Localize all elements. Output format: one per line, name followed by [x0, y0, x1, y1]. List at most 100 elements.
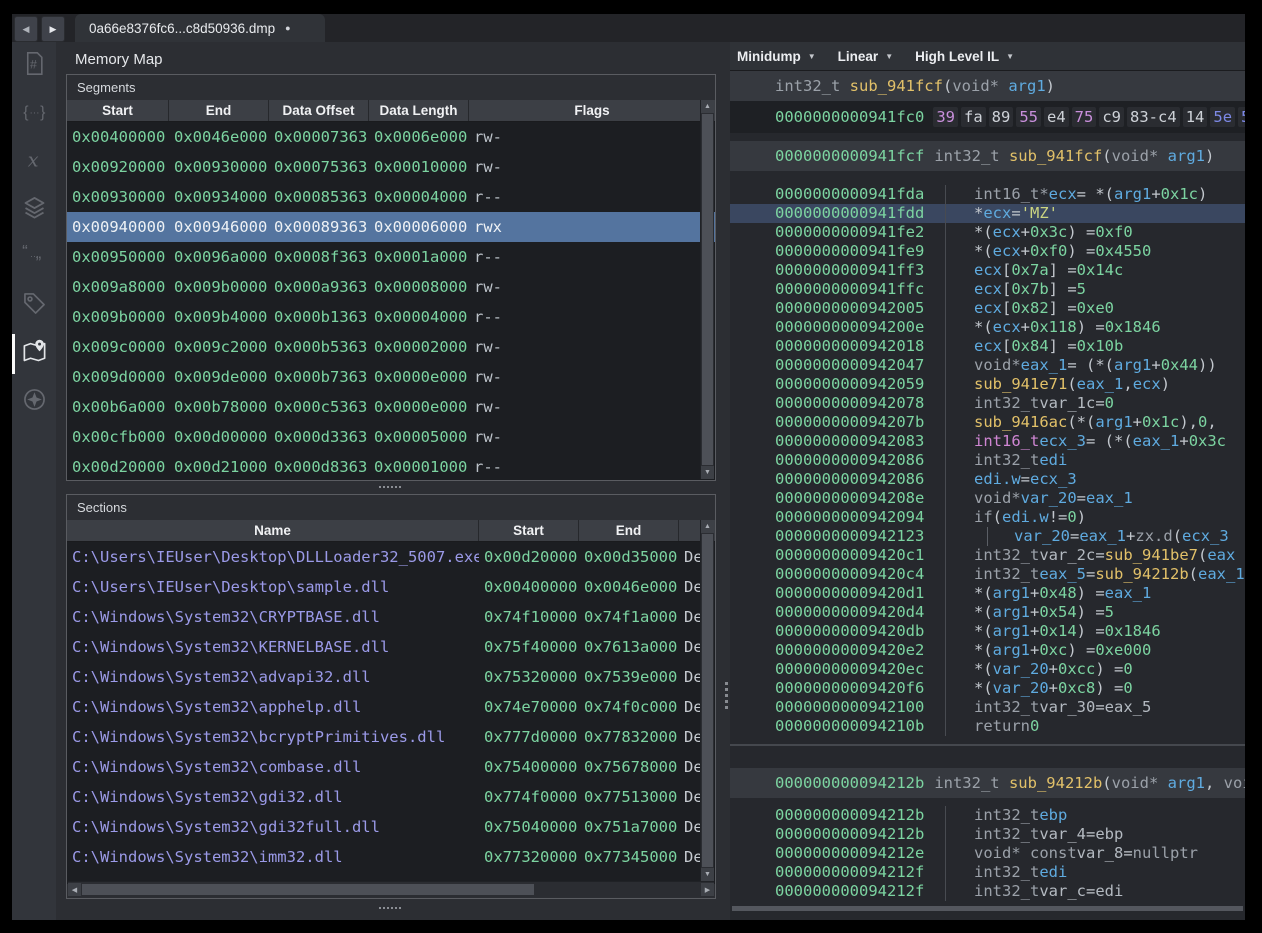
code-line[interactable]: 00000000009420c4int32_t eax_5 = sub_9421… [730, 565, 1245, 584]
scrollbar-thumb[interactable] [732, 906, 1243, 911]
table-row[interactable]: C:\Windows\System32\apphelp.dll0x74e7000… [67, 692, 715, 722]
table-row[interactable]: 0x009500000x0096a0000x0008f3630x0001a000… [67, 242, 715, 272]
sidebar-item-types[interactable]: {···} [12, 90, 56, 138]
column-header[interactable]: Flags [469, 100, 715, 121]
code-line[interactable]: 00000000009420c1int32_t var_2c = sub_941… [730, 546, 1245, 565]
scroll-up-icon[interactable]: ▲ [701, 100, 714, 113]
linear-horizontal-scrollbar[interactable] [732, 905, 1243, 912]
code-line[interactable]: 0000000000942059sub_941e71(eax_1, ecx) [730, 375, 1245, 394]
table-row[interactable]: 0x009400000x009460000x000893630x00006000… [67, 212, 715, 242]
code-line[interactable]: 00000000009420f6*(var_20 + 0xc8) = 0 [730, 679, 1245, 698]
table-row[interactable]: C:\Windows\System32\gdi32full.dll0x75040… [67, 812, 715, 842]
code-line[interactable]: 0000000000941ffcecx[0x7b] = 5 [730, 280, 1245, 299]
view-dropdown[interactable]: Linear▼ [838, 49, 893, 64]
column-header[interactable]: Data Offset [269, 100, 369, 121]
code-line[interactable]: 000000000094208evoid* var_20 = eax_1 [730, 489, 1245, 508]
table-row[interactable]: 0x009300000x009340000x000853630x00004000… [67, 182, 715, 212]
code-line[interactable]: 0000000000942018ecx[0x84] = 0x10b [730, 337, 1245, 356]
code-line[interactable]: 0000000000942047void* eax_1 = (*(arg1 + … [730, 356, 1245, 375]
sidebar-item-variables[interactable]: x [12, 138, 56, 186]
segments-sections-splitter[interactable] [56, 481, 724, 494]
scroll-left-icon[interactable]: ◀ [68, 883, 81, 896]
table-row[interactable]: C:\Windows\System32\CRYPTBASE.dll0x74f10… [67, 602, 715, 632]
sticky-function-header[interactable]: int32_t sub_941fcf(void* arg1) [730, 71, 1245, 101]
table-row[interactable]: 0x009b00000x009b40000x000b13630x00004000… [67, 302, 715, 332]
code-line[interactable]: 0000000000942005ecx[0x82] = 0xe0 [730, 299, 1245, 318]
code-line[interactable]: 0000000000942086int32_t edi [730, 451, 1245, 470]
segments-vertical-scrollbar[interactable]: ▲ ▼ [700, 100, 714, 479]
column-header[interactable]: Start [479, 520, 579, 541]
scrollbar-thumb[interactable] [82, 884, 534, 895]
code-line[interactable]: 0000000000942086edi.w = ecx_3 [730, 470, 1245, 489]
nav-back-button[interactable]: ◀ [14, 16, 38, 42]
variable-x-icon: x [21, 146, 48, 178]
code-line[interactable]: 000000000094200e*(ecx + 0x118) = 0x1846 [730, 318, 1245, 337]
code-line[interactable]: 0000000000942094if (edi.w != 0) [730, 508, 1245, 527]
table-row[interactable]: C:\Windows\System32\imm32.dll0x773200000… [67, 842, 715, 872]
code-line[interactable]: 00000000009420e2*(arg1 + 0xc) = 0xe000 [730, 641, 1245, 660]
code-line[interactable]: 0000000000942100int32_t var_30 = eax_5 [730, 698, 1245, 717]
scrollbar-thumb[interactable] [702, 114, 713, 465]
scrollbar-thumb[interactable] [702, 534, 713, 867]
code-line[interactable]: 000000000094212fint32_t var_c = edi [730, 882, 1245, 901]
view-dropdown[interactable]: Minidump▼ [737, 49, 816, 64]
sections-horizontal-scrollbar[interactable]: ◀ ▶ [68, 881, 714, 897]
code-line[interactable]: 00000000009420db*(arg1 + 0x14) = 0x1846 [730, 622, 1245, 641]
code-line[interactable]: 0000000000941fe2*(ecx + 0x3c) = 0xf0 [730, 223, 1245, 242]
code-line[interactable]: 000000000094212fint32_t edi [730, 863, 1245, 882]
table-row[interactable]: 0x009d00000x009de0000x000b73630x0000e000… [67, 362, 715, 392]
code-line[interactable]: 000000000094207bsub_9416ac(*(arg1 + 0x1c… [730, 413, 1245, 432]
view-dropdown[interactable]: High Level IL▼ [915, 49, 1014, 64]
code-line[interactable]: 00000000009420d4*(arg1 + 0x54) = 5 [730, 603, 1245, 622]
sidebar-item-tags[interactable] [12, 282, 56, 330]
function-signature-line[interactable]: 0000000000941fcfint32_t sub_941fcf(void*… [730, 141, 1245, 171]
scroll-right-icon[interactable]: ▶ [701, 883, 714, 896]
file-tab[interactable]: 0a66e8376fc6...c8d50936.dmp ● [75, 14, 325, 42]
scroll-up-icon[interactable]: ▲ [701, 520, 714, 533]
code-line[interactable]: 0000000000942078int32_t var_1c = 0 [730, 394, 1245, 413]
table-row[interactable]: C:\Users\IEUser\Desktop\sample.dll0x0040… [67, 572, 715, 602]
table-row[interactable]: C:\Windows\System32\combase.dll0x7540000… [67, 752, 715, 782]
code-line[interactable]: 0000000000942083int16_t ecx_3 = (*(eax_1… [730, 432, 1245, 451]
table-row[interactable]: 0x009200000x009300000x000753630x00010000… [67, 152, 715, 182]
code-line[interactable]: 000000000094212bint32_t var_4 = ebp [730, 825, 1245, 844]
table-row[interactable]: 0x009a80000x009b00000x000a93630x00008000… [67, 272, 715, 302]
function-signature-line[interactable]: 000000000094212bint32_t sub_94212b(void*… [730, 768, 1245, 798]
code-line[interactable]: 000000000094210breturn 0 [730, 717, 1245, 736]
table-row[interactable]: C:\Users\IEUser\Desktop\DLLLoader32_5007… [67, 542, 715, 572]
bottom-splitter[interactable] [56, 902, 724, 915]
hex-bytes-line[interactable]: 0000000000941fc039fa8955e475c983-c4145e5 [730, 101, 1245, 133]
table-row[interactable]: C:\Windows\System32\advapi32.dll0x753200… [67, 662, 715, 692]
code-line[interactable]: 000000000094212evoid* const var_8 = null… [730, 844, 1245, 863]
table-row[interactable]: C:\Windows\System32\bcryptPrimitives.dll… [67, 722, 715, 752]
table-row[interactable]: 0x00b6a0000x00b780000x000c53630x0000e000… [67, 392, 715, 422]
sidebar-item-symbols[interactable]: # [12, 42, 56, 90]
scroll-down-icon[interactable]: ▼ [701, 466, 714, 479]
column-header[interactable]: End [169, 100, 269, 121]
table-row[interactable]: 0x00cfb0000x00d000000x000d33630x00005000… [67, 422, 715, 452]
table-row[interactable]: 0x004000000x0046e0000x000073630x0006e000… [67, 122, 715, 152]
sections-vertical-scrollbar[interactable]: ▲ ▼ [700, 520, 714, 881]
code-line[interactable]: 0000000000941fe9*(ecx + 0xf0) = 0x4550 [730, 242, 1245, 261]
scroll-down-icon[interactable]: ▼ [701, 868, 714, 881]
code-line[interactable]: 000000000094212bint32_t ebp [730, 806, 1245, 825]
table-row[interactable]: 0x009c00000x009c20000x000b53630x00002000… [67, 332, 715, 362]
column-header[interactable]: Data Length [369, 100, 469, 121]
code-line[interactable]: 00000000009420ec*(var_20 + 0xcc) = 0 [730, 660, 1245, 679]
sidebar-item-triage[interactable] [12, 378, 56, 426]
column-header[interactable]: Start [67, 100, 169, 121]
column-header[interactable]: End [579, 520, 679, 541]
code-line[interactable]: 00000000009420d1*(arg1 + 0x48) = eax_1 [730, 584, 1245, 603]
code-line[interactable]: 0000000000941fdd*ecx = 'MZ' [730, 204, 1245, 223]
table-row[interactable]: C:\Windows\System32\KERNELBASE.dll0x75f4… [67, 632, 715, 662]
code-line[interactable]: 0000000000941fdaint16_t* ecx = *(arg1 + … [730, 185, 1245, 204]
table-row[interactable]: C:\Windows\System32\gdi32.dll0x774f00000… [67, 782, 715, 812]
table-row[interactable]: 0x00d200000x00d210000x000d83630x00001000… [67, 452, 715, 481]
sidebar-item-memory-map[interactable] [12, 330, 56, 378]
column-header[interactable]: Name [67, 520, 479, 541]
nav-forward-button[interactable]: ▶ [41, 16, 65, 42]
sidebar-item-strings[interactable]: “···” [12, 234, 56, 282]
code-line[interactable]: 0000000000942123var_20 = eax_1 + zx.d(ec… [730, 527, 1245, 546]
code-line[interactable]: 0000000000941ff3ecx[0x7a] = 0x14c [730, 261, 1245, 280]
sidebar-item-stack[interactable] [12, 186, 56, 234]
